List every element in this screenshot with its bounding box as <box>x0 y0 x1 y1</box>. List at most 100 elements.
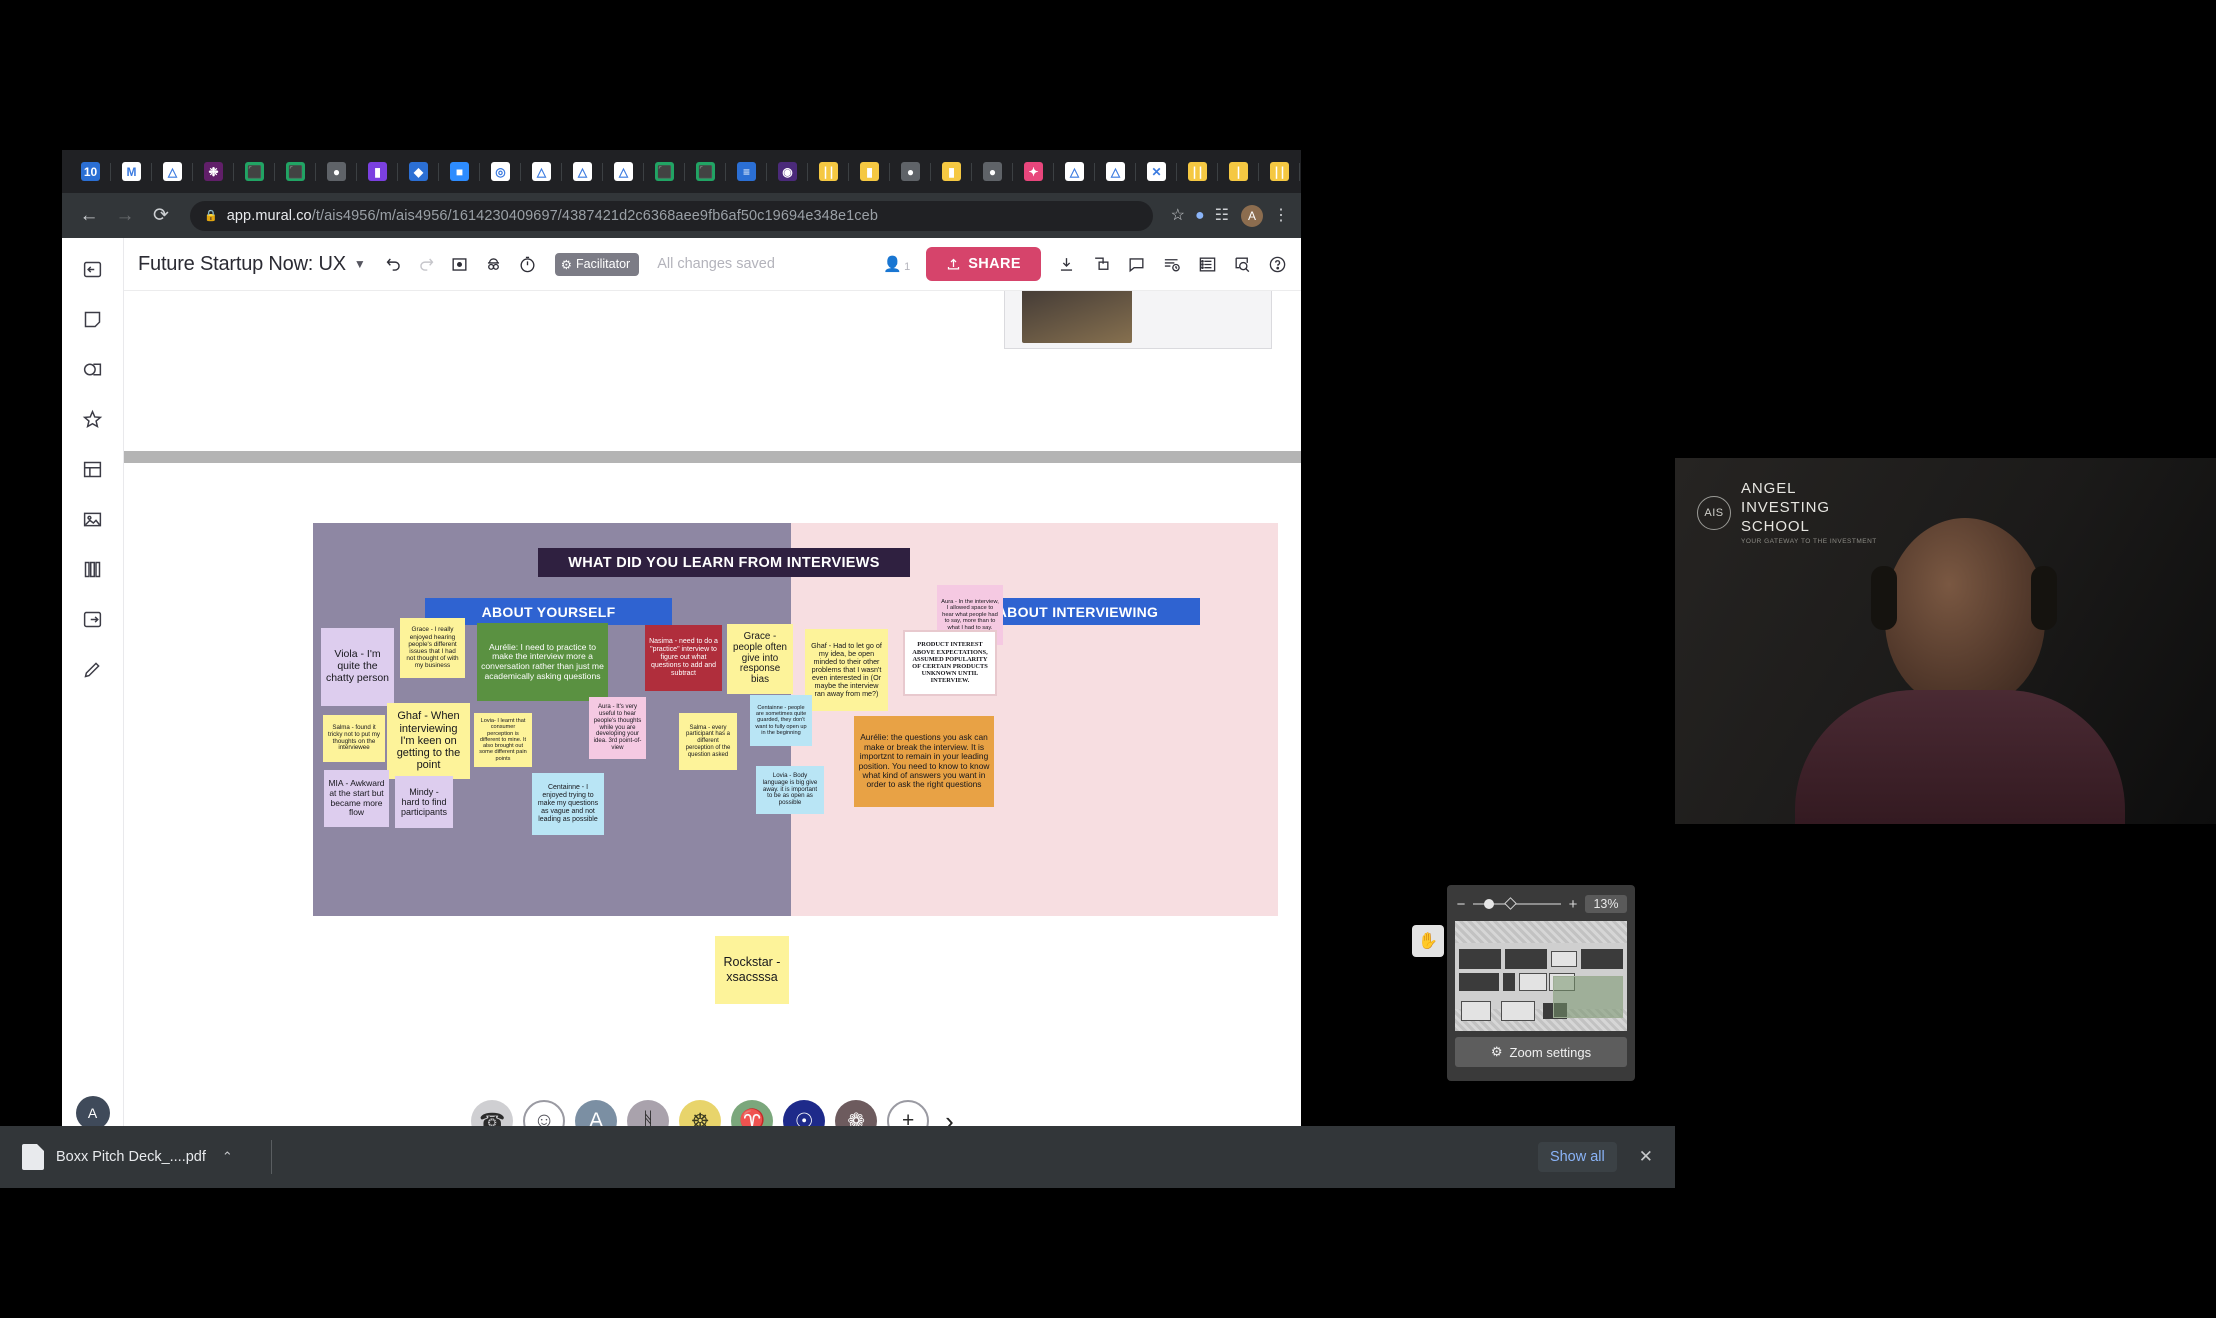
timer-icon[interactable] <box>518 255 537 274</box>
chrome-tab[interactable]: ◎ <box>1300 154 1301 190</box>
drive-tab-6[interactable]: △ <box>1054 154 1095 190</box>
people-count[interactable]: 👤 1 <box>883 255 910 273</box>
help-icon[interactable] <box>1268 255 1287 274</box>
duplicate-icon[interactable] <box>1092 255 1111 274</box>
slack-tab[interactable]: ❉ <box>193 154 234 190</box>
zoom-in-button[interactable]: + <box>1567 897 1579 912</box>
note-aurelie-practice[interactable]: Aurélie: I need to practice to make the … <box>477 623 608 701</box>
note-centainne-guarded[interactable]: Centainne - people are sometimes quite g… <box>750 695 812 746</box>
zoom-slider-knob[interactable] <box>1483 899 1494 909</box>
note-product-interest[interactable]: PRODUCT INTEREST ABOVE EXPECTATIONS, ASS… <box>903 630 997 696</box>
export-icon[interactable] <box>76 602 110 636</box>
mural-tab-6[interactable]: ∣ <box>1218 154 1259 190</box>
note-mia-awkward[interactable]: MIA - Awkward at the start but became mo… <box>324 770 389 827</box>
note-ghaf-letgo[interactable]: Ghaf - Had to let go of my idea, be open… <box>805 629 888 711</box>
globe-tab-2[interactable]: ● <box>890 154 931 190</box>
note-aura-useful[interactable]: Aura - It's very useful to hear people's… <box>589 697 646 759</box>
note-salma-tricky[interactable]: Salma - found it tricky not to put my th… <box>323 715 385 762</box>
facilitator-badge[interactable]: ⚙ Facilitator <box>554 252 640 276</box>
back-icon[interactable] <box>76 252 110 286</box>
reload-button[interactable]: ⟳ <box>146 206 176 225</box>
zoom-out-button[interactable]: − <box>1455 897 1467 912</box>
pen-icon[interactable] <box>76 652 110 686</box>
sheets-tab[interactable]: ⬛ <box>234 154 275 190</box>
note-viola[interactable]: Viola - I'm quite the chatty person <box>321 628 394 706</box>
note-ghaf-keen[interactable]: Ghaf - When interviewing I'm keen on get… <box>387 703 470 779</box>
x-tab[interactable]: ✕ <box>1136 154 1177 190</box>
back-button[interactable]: ← <box>74 206 104 225</box>
board-frame[interactable]: WHAT DID YOU LEARN FROM INTERVIEWS ABOUT… <box>313 523 1278 916</box>
presentation-icon[interactable] <box>450 255 469 274</box>
activity-icon[interactable] <box>1162 255 1182 274</box>
zoom-settings-button[interactable]: ⚙ Zoom settings <box>1455 1037 1627 1067</box>
download-item[interactable]: Boxx Pitch Deck_....pdf ⌃ <box>22 1140 272 1174</box>
profile-avatar[interactable]: A <box>1241 204 1263 227</box>
icons-icon[interactable] <box>76 402 110 436</box>
mural-tab-2[interactable]: ∣∣ <box>808 154 849 190</box>
extension-puzzle-icon[interactable]: ● <box>1195 207 1205 224</box>
globe-tab[interactable]: ● <box>316 154 357 190</box>
rail-user-avatar[interactable]: A <box>75 1096 110 1130</box>
note-mindy-participants[interactable]: Mindy - hard to find participants <box>395 776 453 828</box>
undo-icon[interactable] <box>384 255 403 274</box>
mural-tab-3[interactable]: ▮ <box>849 154 890 190</box>
minimap[interactable] <box>1455 921 1627 1031</box>
note-salma-perception[interactable]: Salma - every participant has a differen… <box>679 713 737 770</box>
drive-tab-7[interactable]: △ <box>1095 154 1136 190</box>
sheets-tab-2[interactable]: ⬛ <box>275 154 316 190</box>
mural-tab-5[interactable]: ∣∣ <box>1177 154 1218 190</box>
framework-icon[interactable] <box>76 452 110 486</box>
zoom-tab[interactable]: ■ <box>439 154 480 190</box>
drive-tab-4[interactable]: △ <box>562 154 603 190</box>
list-icon[interactable] <box>1198 255 1217 274</box>
docs-tab[interactable]: ≡ <box>726 154 767 190</box>
extensions-icon[interactable]: ☷ <box>1215 207 1229 224</box>
gmail-tab[interactable]: M <box>111 154 152 190</box>
mural-tab-7[interactable]: ∣∣ <box>1259 154 1300 190</box>
notion-tab[interactable]: ▮ <box>357 154 398 190</box>
miro-tab[interactable]: ◆ <box>398 154 439 190</box>
zoom-slider-marker[interactable] <box>1504 897 1518 910</box>
shapes-icon[interactable] <box>76 352 110 386</box>
sheets-tab-4[interactable]: ⬛ <box>685 154 726 190</box>
mural-tab[interactable]: ◎ <box>480 154 521 190</box>
find-icon[interactable] <box>1233 255 1252 274</box>
address-bar[interactable]: 🔒 app.mural.co/t/ais4956/m/ais4956/16142… <box>190 200 1153 231</box>
note-centainne-vague[interactable]: Centainne - I enjoyed trying to make my … <box>532 773 604 835</box>
minimap-viewport[interactable] <box>1553 976 1623 1018</box>
image-icon[interactable] <box>76 502 110 536</box>
note-aurelie-questions[interactable]: Aurélie: the questions you ask can make … <box>854 716 994 807</box>
globe-tab-3[interactable]: ● <box>972 154 1013 190</box>
chrome-menu-icon[interactable]: ⋮ <box>1273 207 1289 224</box>
redo-icon[interactable] <box>417 255 436 274</box>
drive-tab[interactable]: △ <box>152 154 193 190</box>
sheets-tab-3[interactable]: ⬛ <box>644 154 685 190</box>
note-grace-response-bias[interactable]: Grace - people often give into response … <box>727 624 793 694</box>
zoom-slider[interactable] <box>1473 897 1561 910</box>
comment-icon[interactable] <box>1127 255 1146 274</box>
drive-tab-5[interactable]: △ <box>603 154 644 190</box>
pan-hand-button[interactable]: ✋ <box>1412 925 1444 957</box>
chevron-down-icon[interactable]: ▼ <box>354 257 366 271</box>
forward-button[interactable]: → <box>110 206 140 225</box>
slides-tab[interactable]: ✦ <box>1013 154 1054 190</box>
note-lovia-consumer[interactable]: Lovia- I learnt that consumer perception… <box>474 713 532 767</box>
mural-tab-4[interactable]: ▮ <box>931 154 972 190</box>
sticky-note-icon[interactable] <box>76 302 110 336</box>
note-nasima-practice[interactable]: Nasima - need to do a "practice" intervi… <box>645 625 722 691</box>
note-lovia-body[interactable]: Lovia - Body language is big give away. … <box>756 766 824 814</box>
calendar-tab[interactable]: 10 <box>70 154 111 190</box>
note-grace-self[interactable]: Grace - I really enjoyed hearing people'… <box>400 618 465 678</box>
mural-canvas[interactable]: WHAT DID YOU LEARN FROM INTERVIEWS ABOUT… <box>124 291 1301 1152</box>
bookmark-star-icon[interactable]: ☆ <box>1171 207 1185 224</box>
note-rockstar[interactable]: Rockstar - xsacsssa <box>715 936 789 1004</box>
figma-tab[interactable]: ◉ <box>767 154 808 190</box>
drive-tab-3[interactable]: △ <box>521 154 562 190</box>
share-button[interactable]: SHARE <box>926 247 1041 281</box>
show-all-button[interactable]: Show all <box>1537 1142 1617 1172</box>
outline-icon[interactable] <box>483 255 504 274</box>
download-menu-caret-icon[interactable]: ⌃ <box>222 1149 233 1165</box>
video-participant-tile[interactable]: AIS ANGEL INVESTING SCHOOL YOUR GATEWAY … <box>1675 458 2216 824</box>
download-icon[interactable] <box>1057 255 1076 274</box>
library-icon[interactable] <box>76 552 110 586</box>
